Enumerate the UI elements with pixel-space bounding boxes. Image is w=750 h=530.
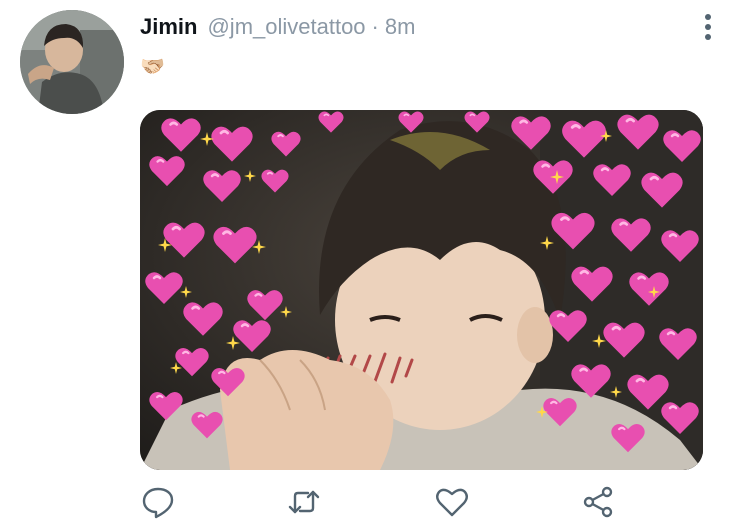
heart-icon[interactable] — [434, 484, 470, 520]
avatar[interactable] — [20, 10, 124, 114]
reply-icon[interactable] — [140, 484, 176, 520]
tweet-action-bar — [140, 484, 620, 524]
tweet-header: Jimin @jm_olivetattoo · 8m — [140, 14, 415, 44]
tweet-text: 🫱🏻‍🫲🏼 — [140, 56, 165, 78]
timestamp[interactable]: 8m — [385, 14, 416, 40]
more-vertical-icon[interactable] — [694, 12, 722, 42]
share-icon[interactable] — [580, 484, 616, 520]
display-name[interactable]: Jimin — [140, 14, 197, 40]
retweet-icon[interactable] — [286, 484, 322, 520]
separator-dot: · — [371, 14, 379, 39]
tweet: Jimin @jm_olivetattoo · 8m 🫱🏻‍🫲🏼 — [0, 0, 750, 530]
user-handle[interactable]: @jm_olivetattoo — [207, 14, 365, 40]
tweet-media-image[interactable] — [140, 110, 703, 470]
